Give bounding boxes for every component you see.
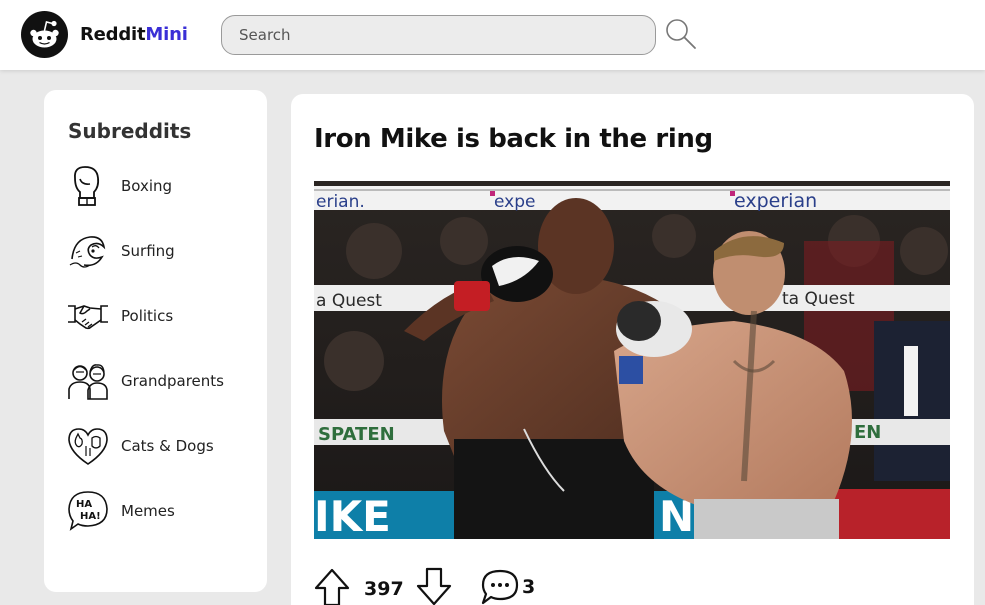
sidebar-item-label: Boxing: [121, 177, 173, 195]
brand-suffix: Mini: [145, 24, 188, 45]
search-icon[interactable]: [662, 16, 698, 52]
sidebar-item-cats-dogs[interactable]: Cats & Dogs: [66, 424, 256, 470]
brand-prefix: Reddit: [80, 24, 146, 45]
downvote-arrow-icon[interactable]: [415, 567, 453, 605]
brand-name[interactable]: RedditMini: [80, 24, 188, 45]
post-card: Iron Mike is back in the ring erian. exp…: [291, 94, 974, 605]
comment-count: 3: [522, 576, 536, 598]
sidebar-item-label: Grandparents: [121, 372, 224, 390]
subreddit-sidebar: Subreddits Boxing Surfing Politics Grand…: [44, 90, 267, 592]
comment-bubble-icon[interactable]: [480, 568, 520, 605]
rope-brand-text: expe: [494, 192, 535, 212]
sidebar-item-label: Memes: [121, 502, 175, 520]
cat-dog-heart-icon: [68, 428, 108, 465]
post-image[interactable]: erian. expe experian a Quest ta Quest SP…: [314, 181, 950, 539]
svg-text:HA: HA: [76, 499, 92, 510]
search-input[interactable]: [221, 15, 656, 55]
sidebar-item-memes[interactable]: HA HA! Memes: [66, 489, 256, 535]
sidebar-item-surfing[interactable]: Surfing: [66, 229, 256, 275]
sidebar-item-label: Politics: [121, 307, 174, 325]
rope-brand-text: experian: [734, 190, 817, 212]
boxing-glove-icon: [74, 166, 100, 206]
rope-sponsor-text: SPATEN: [318, 424, 395, 445]
rope-brand-text: erian.: [316, 192, 365, 212]
sidebar-item-politics[interactable]: Politics: [66, 294, 256, 340]
upvote-arrow-icon[interactable]: [313, 567, 351, 605]
rope-sponsor-text: ta Quest: [782, 289, 855, 309]
top-header: RedditMini: [0, 0, 985, 70]
apron-text: IKE: [314, 492, 391, 539]
wave-icon: [69, 236, 106, 268]
post-title[interactable]: Iron Mike is back in the ring: [314, 124, 713, 154]
sidebar-item-label: Surfing: [121, 242, 175, 260]
sidebar-title: Subreddits: [68, 119, 192, 143]
rope-sponsor-text: EN: [854, 422, 881, 443]
grandparents-icon: [68, 364, 108, 400]
sidebar-item-grandparents[interactable]: Grandparents: [66, 359, 256, 405]
sidebar-item-boxing[interactable]: Boxing: [66, 164, 256, 210]
haha-icon: HA HA!: [68, 491, 108, 531]
sidebar-item-label: Cats & Dogs: [121, 437, 214, 455]
rope-sponsor-text: a Quest: [316, 291, 382, 311]
handshake-icon: [68, 305, 108, 330]
reddit-logo-icon[interactable]: [21, 11, 68, 58]
svg-text:HA!: HA!: [80, 511, 101, 522]
upvote-count: 397: [364, 578, 404, 600]
